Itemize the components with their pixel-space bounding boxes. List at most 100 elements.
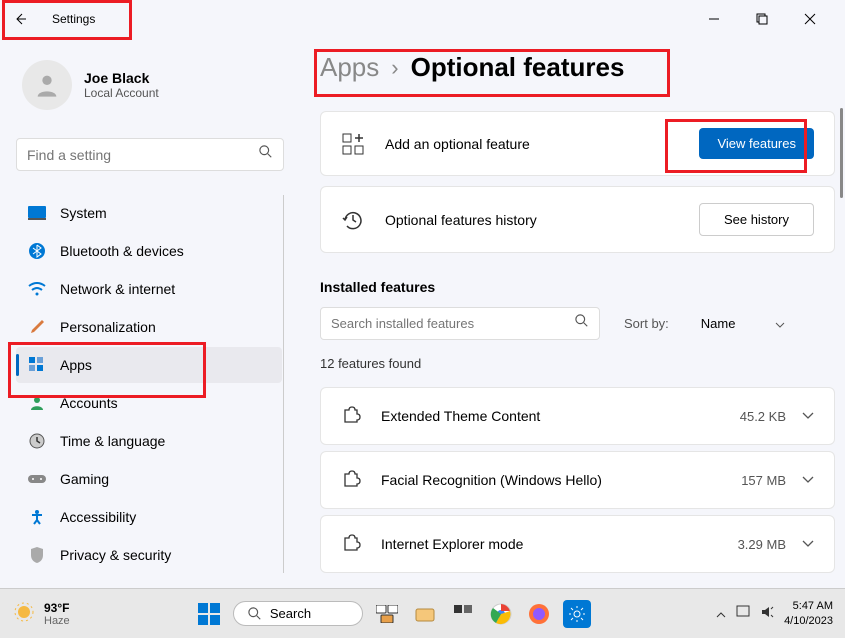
card-title: Add an optional feature <box>385 136 699 152</box>
apps-icon <box>28 356 46 374</box>
tray-chevron-icon[interactable] <box>716 607 726 621</box>
feature-item[interactable]: Internet Explorer mode 3.29 MB <box>320 515 835 573</box>
firefox-button[interactable] <box>525 600 553 628</box>
volume-icon[interactable] <box>760 605 774 622</box>
system-icon <box>28 204 46 222</box>
nav-label: Personalization <box>60 319 156 335</box>
sidebar-item-bluetooth[interactable]: Bluetooth & devices <box>16 233 282 269</box>
sidebar-item-system[interactable]: System <box>16 195 282 231</box>
sort-dropdown[interactable]: Name <box>693 312 794 335</box>
gaming-icon <box>28 470 46 488</box>
feature-name: Internet Explorer mode <box>381 536 738 552</box>
chevron-down-icon <box>775 316 785 331</box>
start-button[interactable] <box>195 600 223 628</box>
nav-label: Network & internet <box>60 281 175 297</box>
content-area: Apps › Optional features Add an optional… <box>300 38 845 588</box>
settings-button[interactable] <box>563 600 591 628</box>
nav-list: System Bluetooth & devices Network & int… <box>16 195 284 573</box>
profile-sub: Local Account <box>84 86 159 100</box>
chevron-right-icon: › <box>391 55 398 81</box>
explorer-button[interactable] <box>411 600 439 628</box>
close-button[interactable] <box>795 4 825 34</box>
sidebar-item-gaming[interactable]: Gaming <box>16 461 282 497</box>
clock-date: 4/10/2023 <box>784 614 833 628</box>
shield-icon <box>28 546 46 564</box>
back-button[interactable] <box>8 7 32 31</box>
search-input[interactable] <box>27 147 259 163</box>
arrow-left-icon <box>12 11 28 27</box>
feature-item[interactable]: Facial Recognition (Windows Hello) 157 M… <box>320 451 835 509</box>
view-features-button[interactable]: View features <box>699 128 814 159</box>
search-icon <box>259 145 273 164</box>
history-icon <box>341 208 365 232</box>
chrome-button[interactable] <box>487 600 515 628</box>
maximize-button[interactable] <box>747 4 777 34</box>
taskbar-clock[interactable]: 5:47 AM 4/10/2023 <box>784 599 833 628</box>
card-title: Optional features history <box>385 212 699 228</box>
sidebar-item-network[interactable]: Network & internet <box>16 271 282 307</box>
weather-temp: 93°F <box>44 601 70 615</box>
chevron-down-icon <box>802 535 814 553</box>
minimize-button[interactable] <box>699 4 729 34</box>
feature-item[interactable]: Extended Theme Content 45.2 KB <box>320 387 835 445</box>
wifi-icon <box>28 280 46 298</box>
history-card: Optional features history See history <box>320 186 835 253</box>
search-icon <box>248 607 262 621</box>
page-title: Optional features <box>411 52 625 83</box>
sidebar: Joe Black Local Account System Bluetooth… <box>0 38 300 588</box>
chevron-down-icon <box>802 471 814 489</box>
weather-widget[interactable]: 93°F Haze <box>12 600 70 627</box>
puzzle-icon <box>341 406 361 426</box>
add-feature-card: Add an optional feature View features <box>320 111 835 176</box>
nav-label: Accounts <box>60 395 118 411</box>
nav-label: System <box>60 205 107 221</box>
taskbar: 93°F Haze Search 5:47 AM 4/10/2023 <box>0 588 845 638</box>
network-tray-icon[interactable] <box>736 605 750 622</box>
nav-label: Time & language <box>60 433 165 449</box>
avatar <box>22 60 72 110</box>
features-count: 12 features found <box>320 356 835 371</box>
window-title: Settings <box>52 12 95 26</box>
feature-size: 3.29 MB <box>738 537 786 552</box>
sun-icon <box>12 600 36 627</box>
widgets-button[interactable] <box>449 600 477 628</box>
search-features-input[interactable] <box>331 316 575 331</box>
sort-value: Name <box>701 316 736 331</box>
maximize-icon <box>756 13 768 25</box>
sidebar-item-apps[interactable]: Apps <box>16 347 282 383</box>
feature-name: Facial Recognition (Windows Hello) <box>381 472 741 488</box>
chevron-down-icon <box>802 407 814 425</box>
sidebar-item-time[interactable]: Time & language <box>16 423 282 459</box>
taskbar-search[interactable]: Search <box>233 601 363 626</box>
nav-label: Privacy & security <box>60 547 171 563</box>
nav-label: Gaming <box>60 471 109 487</box>
taskview-button[interactable] <box>373 600 401 628</box>
scrollbar[interactable] <box>840 108 843 198</box>
add-grid-icon <box>341 132 365 156</box>
breadcrumb-parent[interactable]: Apps <box>320 52 379 83</box>
sidebar-item-accounts[interactable]: Accounts <box>16 385 282 421</box>
brush-icon <box>28 318 46 336</box>
sidebar-item-privacy[interactable]: Privacy & security <box>16 537 282 573</box>
bluetooth-icon <box>28 242 46 260</box>
clock-time: 5:47 AM <box>784 599 833 613</box>
profile-block[interactable]: Joe Black Local Account <box>16 60 284 110</box>
nav-label: Bluetooth & devices <box>60 243 184 259</box>
see-history-button[interactable]: See history <box>699 203 814 236</box>
feature-size: 45.2 KB <box>740 409 786 424</box>
search-features-box[interactable] <box>320 307 600 340</box>
feature-size: 157 MB <box>741 473 786 488</box>
sidebar-item-accessibility[interactable]: Accessibility <box>16 499 282 535</box>
account-icon <box>28 394 46 412</box>
breadcrumb: Apps › Optional features <box>320 52 835 83</box>
sidebar-search[interactable] <box>16 138 284 171</box>
sidebar-item-personalization[interactable]: Personalization <box>16 309 282 345</box>
nav-label: Accessibility <box>60 509 136 525</box>
sort-label: Sort by: <box>624 316 669 331</box>
minimize-icon <box>708 13 720 25</box>
weather-condition: Haze <box>44 615 70 627</box>
feature-name: Extended Theme Content <box>381 408 740 424</box>
puzzle-icon <box>341 534 361 554</box>
section-title: Installed features <box>320 279 835 295</box>
nav-label: Apps <box>60 357 92 373</box>
